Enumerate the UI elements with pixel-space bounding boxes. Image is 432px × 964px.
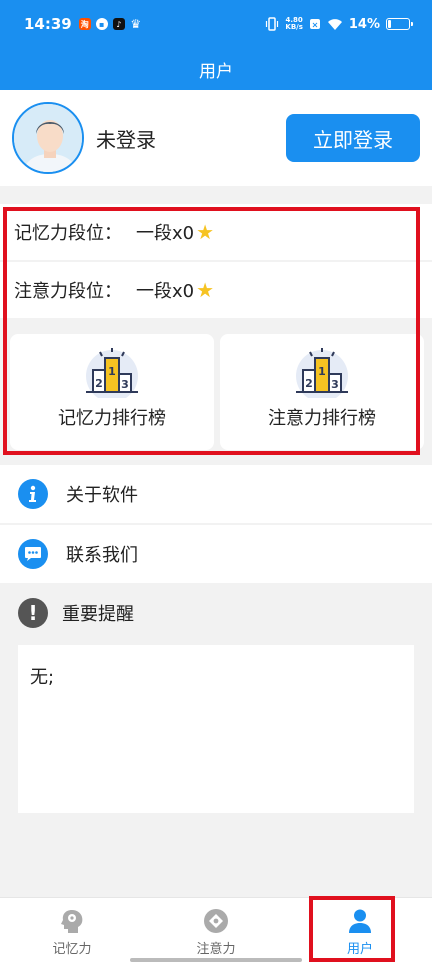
memory-rank-row: 记忆力段位： 一段x0 ★ — [0, 204, 432, 260]
taobao-app-icon: 淘 — [78, 18, 91, 30]
svg-text:2: 2 — [305, 377, 313, 390]
star-icon: ★ — [196, 220, 215, 244]
svg-text:3: 3 — [121, 378, 129, 391]
chat-icon — [18, 539, 48, 569]
focus-target-icon — [204, 909, 228, 933]
net-speed-unit: KB/s — [285, 23, 303, 31]
svg-text:2: 2 — [95, 377, 103, 390]
profile-card: 未登录 立即登录 — [0, 90, 432, 186]
brain-head-icon — [61, 910, 83, 933]
reminder-header: ! 重要提醒 — [18, 598, 134, 628]
attention-rank-value: 一段x0 — [136, 281, 195, 302]
svg-text:×: × — [312, 21, 319, 30]
wifi-icon — [327, 18, 342, 30]
contact-us-item[interactable]: 联系我们 — [0, 525, 432, 583]
username: 未登录 — [96, 127, 156, 152]
tab-attention-label: 注意力 — [196, 942, 236, 957]
exclamation-icon: ! — [18, 598, 48, 628]
star-icon: ★ — [196, 278, 215, 302]
home-indicator — [130, 958, 302, 962]
contact-us-label: 联系我们 — [66, 545, 138, 566]
tab-memory-label: 记忆力 — [52, 942, 92, 957]
memory-rank-label: 记忆力段位： — [14, 223, 122, 244]
reminder-content: 无; — [30, 667, 55, 688]
battery-icon — [386, 18, 413, 30]
sim-icon: × — [309, 19, 320, 30]
status-bar: 14:39 淘 ▪ ♪ ♛ 4.80 KB/s × 14% — [0, 0, 432, 48]
reminder-title: 重要提醒 — [62, 604, 134, 625]
attention-leaderboard-button[interactable]: 2 1 3 注意力排行榜 — [220, 334, 424, 450]
status-time: 14:39 — [24, 15, 72, 33]
memory-rank-value: 一段x0 — [136, 223, 195, 244]
bilibili-app-icon: ▪ — [95, 18, 108, 30]
about-software-label: 关于软件 — [66, 485, 138, 506]
battery-fill — [388, 20, 391, 28]
svg-text:1: 1 — [108, 365, 116, 378]
attention-leaderboard-label: 注意力排行榜 — [268, 408, 376, 429]
about-software-item[interactable]: 关于软件 — [0, 465, 432, 523]
net-speed: 4.80 KB/s — [285, 17, 302, 31]
info-icon — [18, 479, 48, 509]
tiktok-app-icon: ♪ — [112, 18, 125, 30]
svg-text:3: 3 — [331, 378, 339, 391]
attention-rank-label: 注意力段位： — [14, 281, 122, 302]
memory-leaderboard-button[interactable]: 2 1 3 记忆力排行榜 — [10, 334, 214, 450]
status-left: 14:39 淘 ▪ ♪ ♛ — [24, 15, 142, 33]
rank-section: 记忆力段位： 一段x0 ★ 注意力段位： 一段x0 ★ 2 1 3 记忆力排行榜 — [0, 204, 432, 456]
vibrate-icon — [266, 17, 279, 31]
svg-text:1: 1 — [318, 365, 326, 378]
bottom-tab-bar: 记忆力 注意力 用户 — [0, 897, 432, 964]
avatar[interactable] — [12, 102, 84, 174]
page-title: 用户 — [199, 61, 233, 82]
memory-leaderboard-label: 记忆力排行榜 — [58, 408, 166, 429]
battery-percent: 14% — [348, 16, 380, 32]
login-button[interactable]: 立即登录 — [286, 114, 420, 162]
title-bar: 用户 — [0, 48, 432, 90]
tab-user-label: 用户 — [346, 942, 373, 957]
reminder-content-box: 无; — [18, 645, 414, 813]
default-avatar-icon — [14, 104, 82, 172]
status-right: 4.80 KB/s × 14% — [265, 16, 413, 32]
user-icon — [349, 909, 371, 933]
tab-memory[interactable]: 记忆力 — [0, 898, 144, 964]
podium-icon: 2 1 3 — [296, 348, 348, 398]
tab-attention[interactable]: 注意力 — [144, 898, 288, 964]
tab-user[interactable]: 用户 — [288, 898, 432, 964]
podium-icon: 2 1 3 — [86, 348, 138, 398]
crown-app-icon: ♛ — [130, 17, 142, 31]
attention-rank-row: 注意力段位： 一段x0 ★ — [0, 262, 432, 318]
